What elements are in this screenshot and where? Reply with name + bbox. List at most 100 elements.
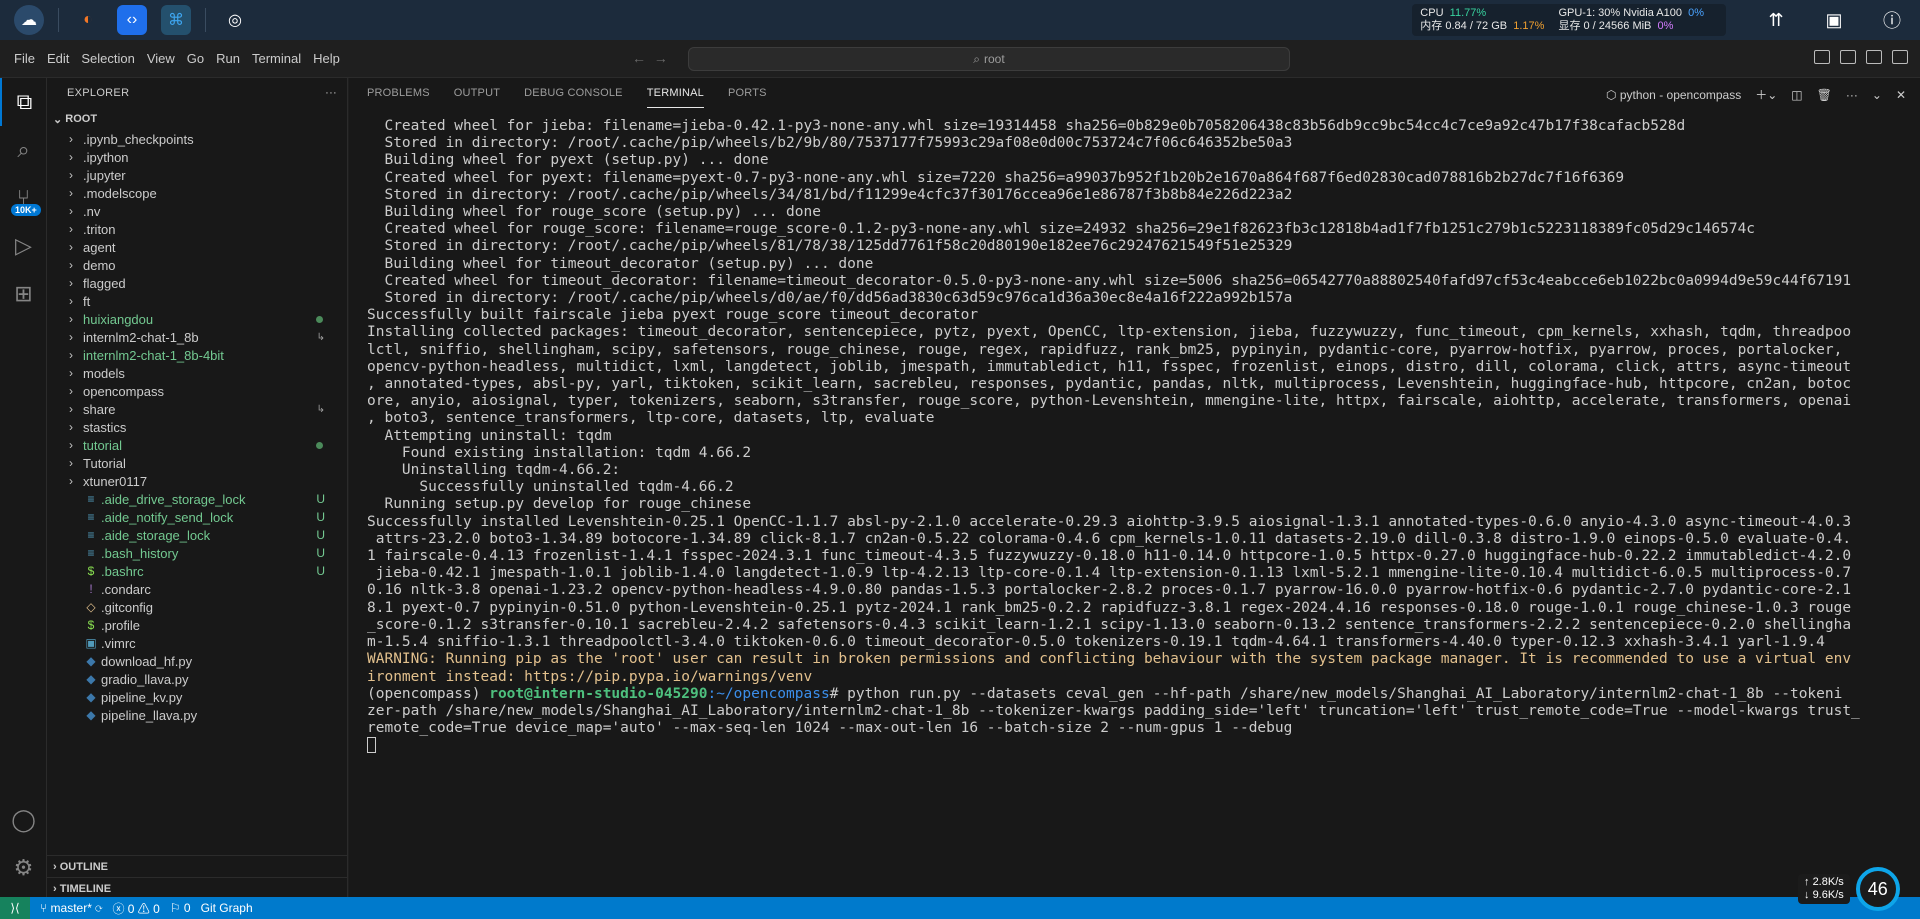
close-panel-icon[interactable]: ✕ (1896, 88, 1906, 102)
prompt-command: # python run.py --datasets ceval_gen --h… (829, 685, 1843, 702)
menu-go[interactable]: Go (181, 51, 210, 66)
app-logo-icon[interactable]: ☁ (14, 5, 44, 35)
explorer-icon[interactable]: ⧉ (0, 78, 47, 126)
vscode-icon[interactable]: ⌘ (161, 5, 191, 35)
folder-item[interactable]: › internlm2-chat-1_8b-4bit (47, 346, 347, 364)
file-item[interactable]: ! .condarc (47, 580, 347, 598)
nav-arrows[interactable]: ← → (632, 50, 668, 66)
menu-run[interactable]: Run (210, 51, 246, 66)
file-item[interactable]: ◇ .gitconfig (47, 598, 347, 616)
settings-gear-icon[interactable]: ⚙ (0, 844, 47, 892)
folder-item[interactable]: › .ipython (47, 148, 347, 166)
file-item[interactable]: ≡ .aide_notify_send_lock U (47, 508, 347, 526)
more-actions-icon[interactable]: ··· (325, 87, 337, 99)
account-icon[interactable]: ◯ (0, 796, 47, 844)
file-item[interactable]: ≡ .bash_history U (47, 544, 347, 562)
divider (205, 8, 206, 32)
prompt-env: (opencompass) (367, 685, 490, 702)
folder-item[interactable]: › flagged (47, 274, 347, 292)
new-terminal-icon[interactable]: ＋⌄ (1755, 86, 1777, 103)
terminal-selector[interactable]: ⬡ python - opencompass (1606, 88, 1741, 102)
file-item[interactable]: ◆ pipeline_kv.py (47, 688, 347, 706)
run-debug-icon[interactable]: ▷ (0, 222, 47, 270)
menu-edit[interactable]: Edit (41, 51, 75, 66)
image-icon[interactable]: ▣ (1814, 0, 1854, 40)
file-item[interactable]: $ .bashrc U (47, 562, 347, 580)
tab-terminal[interactable]: TERMINAL (646, 78, 704, 108)
command-center-label: root (984, 52, 1005, 66)
search-icon[interactable]: ⌕ (0, 126, 47, 174)
folder-item[interactable]: › agent (47, 238, 347, 256)
vscode-web-icon[interactable]: ‹› (117, 5, 147, 35)
kill-terminal-icon[interactable]: 🗑 (1817, 88, 1832, 102)
timeline-section[interactable]: › TIMELINE (47, 877, 347, 897)
menu-selection[interactable]: Selection (75, 51, 140, 66)
tree-item-label: flagged (83, 275, 126, 291)
chevron-right-icon: › (69, 366, 73, 380)
extensions-icon[interactable]: ⊞ (0, 270, 47, 318)
file-item[interactable]: ◆ gradio_llava.py (47, 670, 347, 688)
menu-file[interactable]: File (8, 51, 41, 66)
folder-item[interactable]: › share ↳ (47, 400, 347, 418)
split-terminal-icon[interactable]: ◫ (1791, 88, 1802, 102)
remote-indicator-icon[interactable]: ⟩⟨ (0, 897, 30, 919)
tree-item-label: .nv (83, 203, 101, 219)
folder-item[interactable]: › xtuner0117 (47, 472, 347, 490)
toggle-panel-icon[interactable] (1840, 50, 1856, 64)
outline-section[interactable]: › OUTLINE (47, 855, 347, 877)
folder-item[interactable]: › internlm2-chat-1_8b ↳ (47, 328, 347, 346)
toggle-secondary-sidebar-icon[interactable] (1866, 50, 1882, 64)
terminal-cursor-line (367, 737, 1907, 754)
menu-view[interactable]: View (141, 51, 181, 66)
tab-debug-console[interactable]: DEBUG CONSOLE (524, 78, 623, 108)
terminal-output[interactable]: Created wheel for jieba: filename=jieba-… (367, 118, 1907, 755)
branch-status[interactable]: ⑂ master* ⟳ (40, 901, 102, 915)
folder-item[interactable]: › .ipynb_checkpoints (47, 130, 347, 148)
divider (58, 8, 59, 32)
folder-item[interactable]: › Tutorial (47, 454, 347, 472)
prompt-path: :~/opencompass (707, 685, 830, 702)
info-icon[interactable]: ⓘ (1872, 0, 1912, 40)
menu-terminal[interactable]: Terminal (246, 51, 307, 66)
folder-item[interactable]: › tutorial (47, 436, 347, 454)
ports-status[interactable]: ⚐ 0 (170, 901, 191, 915)
source-control-icon[interactable]: ⑂ 10K+ (0, 174, 47, 222)
file-item[interactable]: ≡ .aide_storage_lock U (47, 526, 347, 544)
git-graph-button[interactable]: Git Graph (201, 901, 253, 915)
more-icon[interactable]: ··· (1846, 88, 1858, 102)
folder-item[interactable]: › .nv (47, 202, 347, 220)
file-item[interactable]: ◆ pipeline_llava.py (47, 706, 347, 724)
speed-readout: ↑ 2.8K/s ↓ 9.6K/s (1798, 874, 1850, 904)
file-item[interactable]: ≡ .aide_drive_storage_lock U (47, 490, 347, 508)
folder-item[interactable]: › ft (47, 292, 347, 310)
maximize-panel-icon[interactable]: ⌄ (1872, 88, 1882, 102)
folder-item[interactable]: › .jupyter (47, 166, 347, 184)
file-item[interactable]: ▣ .vimrc (47, 634, 347, 652)
folder-item[interactable]: › .modelscope (47, 184, 347, 202)
root-folder[interactable]: ⌄ ROOT (47, 108, 347, 130)
folder-item[interactable]: › .triton (47, 220, 347, 238)
file-item[interactable]: $ .profile (47, 616, 347, 634)
compass-icon[interactable]: ◎ (220, 5, 250, 35)
file-icon: ≡ (87, 510, 95, 524)
tree-item-label: gradio_llava.py (101, 671, 189, 687)
tab-output[interactable]: OUTPUT (454, 78, 500, 108)
customize-layout-icon[interactable] (1892, 50, 1908, 64)
file-item[interactable]: ◆ download_hf.py (47, 652, 347, 670)
chevron-right-icon: › (69, 276, 73, 290)
tree-item-label: stastics (83, 419, 127, 435)
folder-item[interactable]: › huixiangdou (47, 310, 347, 328)
folder-item[interactable]: › opencompass (47, 382, 347, 400)
toggle-sidebar-icon[interactable] (1814, 50, 1830, 64)
upload-icon[interactable]: ⇈ (1756, 0, 1796, 40)
jupyter-icon[interactable]: ◐ (73, 5, 103, 35)
command-center-search[interactable]: ⌕ root (688, 47, 1290, 71)
folder-item[interactable]: › stastics (47, 418, 347, 436)
problems-status[interactable]: ⓧ 0 ⚠ 0 (112, 900, 159, 917)
folder-item[interactable]: › demo (47, 256, 347, 274)
menu-help[interactable]: Help (307, 51, 346, 66)
folder-item[interactable]: › models (47, 364, 347, 382)
tree-item-label: .ipython (83, 149, 129, 165)
tab-problems[interactable]: PROBLEMS (367, 78, 430, 108)
tab-ports[interactable]: PORTS (728, 78, 767, 108)
